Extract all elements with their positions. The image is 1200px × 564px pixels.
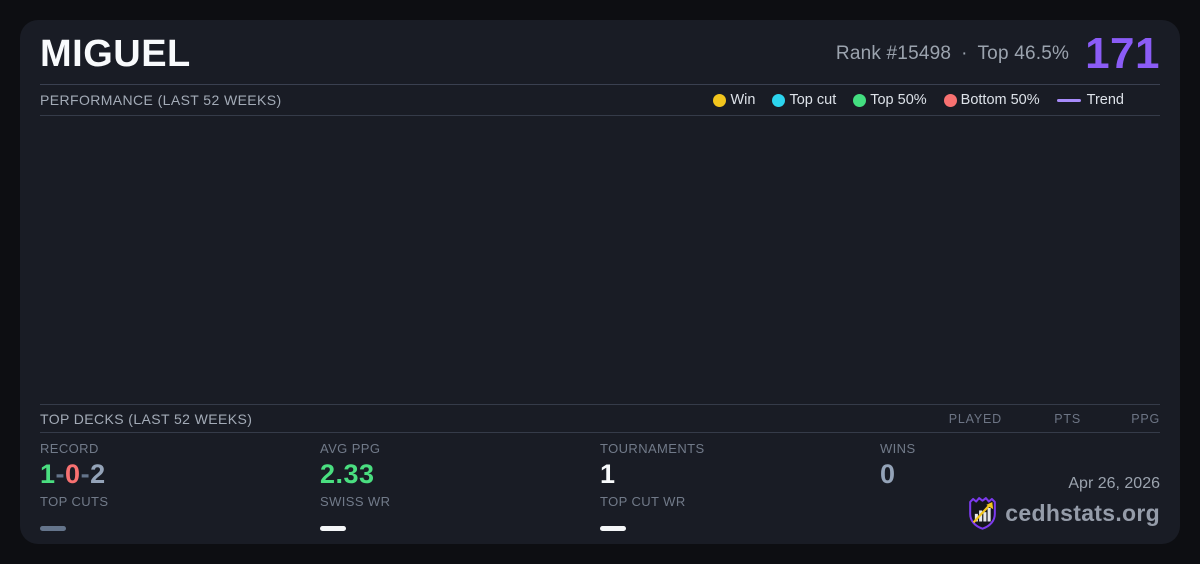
performance-section-header: PERFORMANCE (LAST 52 WEEKS) Win Top cut … <box>40 85 1160 116</box>
top-decks-section-header: TOP DECKS (LAST 52 WEEKS) PLAYED PTS PPG <box>40 405 1160 433</box>
legend-label: Top cut <box>789 92 837 108</box>
card-header: MIGUEL Rank #15498 · Top 46.5% 171 <box>40 20 1160 85</box>
chart-legend: Win Top cut Top 50% Bottom 50% Trend <box>713 92 1124 108</box>
legend-item-bottom-50[interactable]: Bottom 50% <box>943 92 1040 108</box>
legend-item-win[interactable]: Win <box>713 92 755 108</box>
stat-col-record: RECORD 1-0-2 TOP CUTS <box>40 441 320 536</box>
legend-label: Bottom 50% <box>960 92 1040 108</box>
stat-col-tournaments: TOURNAMENTS 1 TOP CUT WR <box>600 441 880 536</box>
stat-col-avg-ppg: AVG PPG 2.33 SWISS WR <box>320 441 600 536</box>
top-cuts-label: TOP CUTS <box>40 494 109 509</box>
performance-title: PERFORMANCE (LAST 52 WEEKS) <box>40 92 282 108</box>
rating-value: 171 <box>1085 29 1160 78</box>
percentile-label: Top 46.5% <box>977 43 1070 64</box>
player-name: MIGUEL <box>40 32 191 75</box>
legend-label: Trend <box>1086 92 1124 108</box>
top-cut-wr-value-dash <box>600 526 626 531</box>
column-header-pts: PTS <box>1054 411 1081 426</box>
record-value: 1-0-2 <box>40 459 106 489</box>
top-decks-title: TOP DECKS (LAST 52 WEEKS) <box>40 410 253 427</box>
legend-label: Top 50% <box>870 92 927 108</box>
brand-link[interactable]: cedhstats.org <box>967 496 1160 530</box>
avg-ppg-value: 2.33 <box>320 459 375 489</box>
top-cut-dot-icon <box>772 93 786 107</box>
legend-item-top-50[interactable]: Top 50% <box>853 92 927 108</box>
avg-ppg-label: AVG PPG <box>320 441 381 456</box>
wins-label: WINS <box>880 441 916 456</box>
legend-label: Win <box>730 92 756 108</box>
generated-date: Apr 26, 2026 <box>1068 475 1160 492</box>
tournaments-label: TOURNAMENTS <box>600 441 705 456</box>
tournaments-value: 1 <box>600 459 616 489</box>
legend-item-top-cut[interactable]: Top cut <box>772 92 836 108</box>
top-decks-columns: PLAYED PTS PPG <box>923 412 1160 426</box>
rank-separator: · <box>961 43 968 64</box>
cedhstats-shield-logo-icon <box>969 497 997 530</box>
column-header-ppg: PPG <box>1131 411 1160 426</box>
rank-label: Rank #15498 <box>835 43 952 64</box>
top-cut-wr-label: TOP CUT WR <box>600 494 686 509</box>
bottom-50-dot-icon <box>943 93 957 107</box>
performance-chart <box>40 116 1160 405</box>
record-label: RECORD <box>40 441 99 456</box>
card-footer: Apr 26, 2026 cedhstats.org <box>967 475 1160 530</box>
brand-name: cedhstats.org <box>1005 499 1160 526</box>
trend-line-icon <box>1056 98 1081 102</box>
top-cuts-value-dash <box>40 526 66 531</box>
rank-group: Rank #15498 · Top 46.5% 171 <box>836 29 1160 79</box>
legend-item-trend[interactable]: Trend <box>1056 92 1124 108</box>
player-stats-card: MIGUEL Rank #15498 · Top 46.5% 171 PERFO… <box>20 20 1180 544</box>
win-dot-icon <box>713 93 727 107</box>
top-50-dot-icon <box>853 93 867 107</box>
swiss-wr-label: SWISS WR <box>320 494 391 509</box>
swiss-wr-value-dash <box>320 526 346 531</box>
column-header-played: PLAYED <box>948 411 1002 426</box>
